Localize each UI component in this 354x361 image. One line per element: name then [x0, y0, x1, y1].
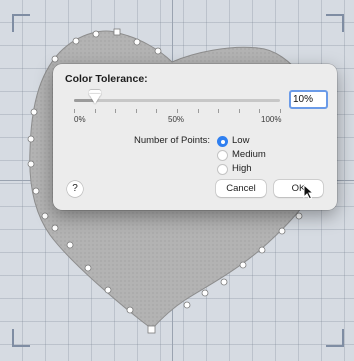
slider-tick [156, 109, 158, 113]
ok-button[interactable]: OK [274, 180, 323, 197]
slider-tick [115, 109, 117, 113]
help-button[interactable]: ? [67, 181, 83, 197]
slider-tick [280, 109, 281, 113]
slider-tick [218, 109, 220, 113]
number-of-points-label: Number of Points: [134, 135, 211, 146]
scale-label-mid: 50% [168, 115, 185, 124]
slider-tick [177, 109, 178, 113]
color-tolerance-dialog: Color Tolerance: 0% 50% 100% 10% Number … [53, 64, 337, 210]
dialog-title: Color Tolerance: [65, 73, 148, 85]
tolerance-value-field[interactable]: 10% [289, 90, 328, 109]
radio-low-label[interactable]: Low [232, 135, 249, 146]
radio-medium-label[interactable]: Medium [232, 149, 266, 160]
scale-label-max: 100% [261, 115, 282, 124]
mouse-pointer-icon [303, 184, 315, 200]
slider-tick [197, 109, 199, 113]
slider-tick [238, 109, 240, 113]
radio-high[interactable] [217, 164, 228, 175]
radio-low[interactable] [217, 136, 228, 147]
tolerance-slider-track[interactable] [74, 99, 280, 102]
slider-tick [135, 109, 137, 113]
scale-label-min: 0% [74, 115, 86, 124]
radio-high-label[interactable]: High [232, 163, 252, 174]
cancel-button[interactable]: Cancel [216, 180, 266, 197]
slider-tick [94, 109, 96, 113]
slider-tick [74, 109, 75, 113]
radio-medium[interactable] [217, 150, 228, 161]
tolerance-slider-thumb-pointer[interactable] [88, 94, 101, 104]
slider-tick [259, 109, 261, 113]
